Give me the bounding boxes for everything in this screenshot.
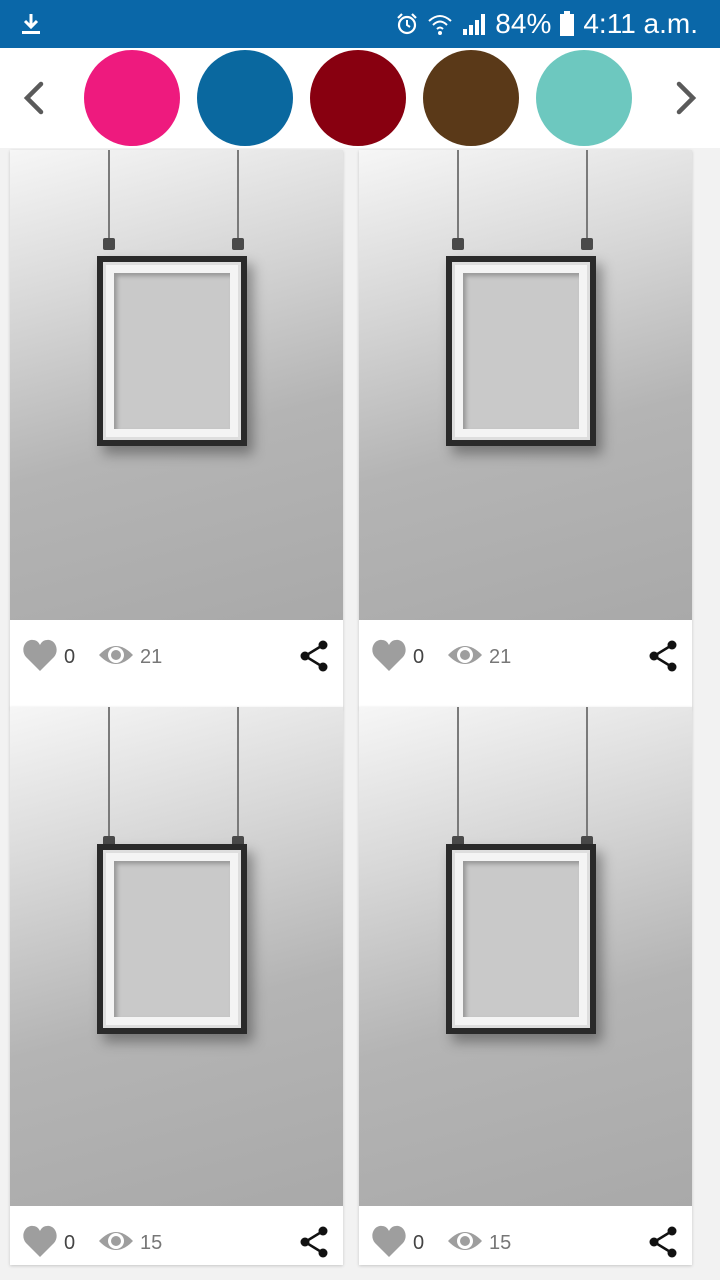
heart-icon[interactable] bbox=[371, 1224, 407, 1258]
signal-icon bbox=[463, 14, 486, 35]
battery-icon bbox=[560, 11, 575, 36]
share-icon[interactable] bbox=[299, 640, 329, 672]
wallpaper-card[interactable]: 0 21 bbox=[10, 150, 343, 708]
hanging-frame-image bbox=[446, 256, 596, 446]
wallpaper-card[interactable]: 0 21 bbox=[359, 150, 692, 708]
eye-icon bbox=[448, 646, 482, 664]
view-count: 15 bbox=[140, 1232, 163, 1254]
view-count: 21 bbox=[140, 646, 163, 668]
color-filter-bar bbox=[0, 48, 720, 148]
color-swatch-blue[interactable] bbox=[197, 50, 293, 146]
wallpaper-thumbnail[interactable] bbox=[359, 150, 692, 620]
view-count: 15 bbox=[489, 1232, 512, 1254]
eye-icon bbox=[448, 1232, 482, 1250]
clock: 4:11 a.m. bbox=[583, 8, 698, 39]
share-icon[interactable] bbox=[299, 1226, 329, 1258]
like-count: 0 bbox=[64, 646, 76, 668]
wallpaper-card[interactable]: 0 15 bbox=[359, 707, 692, 1265]
eye-icon bbox=[99, 1232, 133, 1250]
color-swatch-brown[interactable] bbox=[423, 50, 519, 146]
wallpaper-card[interactable]: 0 15 bbox=[10, 707, 343, 1265]
chevron-left-icon[interactable] bbox=[14, 78, 54, 118]
battery-percent: 84% bbox=[495, 8, 552, 39]
heart-icon[interactable] bbox=[22, 1224, 58, 1258]
heart-icon[interactable] bbox=[371, 638, 407, 672]
wallpaper-thumbnail[interactable] bbox=[10, 150, 343, 620]
color-swatch-pink[interactable] bbox=[84, 50, 180, 146]
hanging-frame-image bbox=[446, 844, 596, 1034]
card-footer: 0 21 bbox=[359, 620, 692, 694]
like-count: 0 bbox=[413, 1232, 425, 1254]
eye-icon bbox=[99, 646, 133, 664]
view-count: 21 bbox=[489, 646, 512, 668]
heart-icon[interactable] bbox=[22, 638, 58, 672]
card-footer: 0 15 bbox=[359, 1206, 692, 1265]
alarm-icon bbox=[397, 13, 418, 35]
color-swatch-red[interactable] bbox=[310, 50, 406, 146]
card-footer: 0 15 bbox=[10, 1206, 343, 1265]
card-footer: 0 21 bbox=[10, 620, 343, 694]
like-count: 0 bbox=[64, 1232, 76, 1254]
wallpaper-thumbnail[interactable] bbox=[10, 707, 343, 1206]
status-bar: 84% 4:11 a.m. bbox=[0, 0, 720, 48]
like-count: 0 bbox=[413, 646, 425, 668]
share-icon[interactable] bbox=[648, 1226, 678, 1258]
share-icon[interactable] bbox=[648, 640, 678, 672]
chevron-right-icon[interactable] bbox=[666, 78, 706, 118]
wifi-icon bbox=[428, 15, 452, 35]
download-icon bbox=[22, 14, 40, 34]
color-swatch-teal[interactable] bbox=[536, 50, 632, 146]
wallpaper-thumbnail[interactable] bbox=[359, 707, 692, 1206]
hanging-frame-image bbox=[97, 844, 247, 1034]
hanging-frame-image bbox=[97, 256, 247, 446]
